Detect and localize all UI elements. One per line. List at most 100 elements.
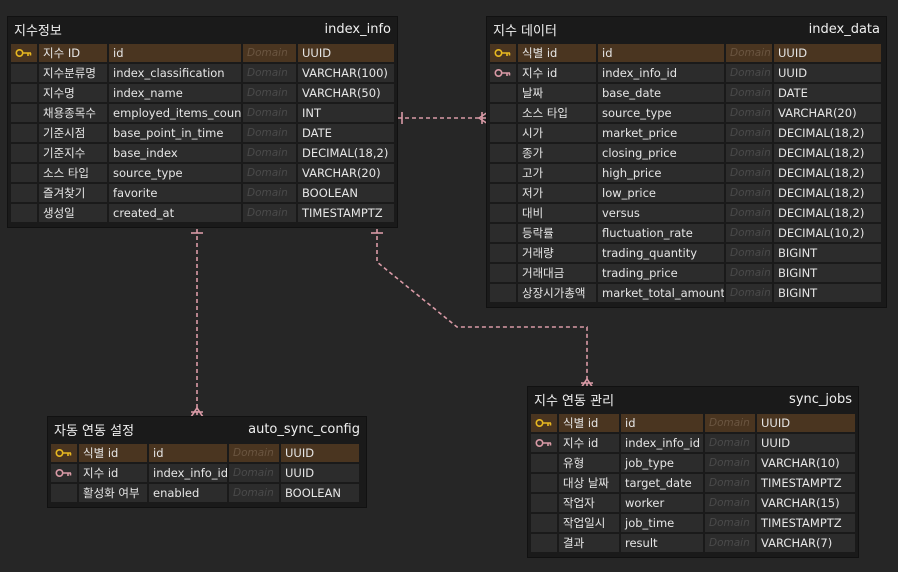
attribute-label: 날짜 xyxy=(517,83,597,103)
attribute-row[interactable]: 지수분류명 index_classification Domain VARCHAR(1… xyxy=(10,63,395,83)
column-name: index_info_id xyxy=(620,433,704,453)
attribute-row[interactable]: 저가 low_price Domain DECIMAL(18,2) xyxy=(489,183,884,203)
column-name: fluctuation_rate xyxy=(597,223,725,243)
data-type: UUID xyxy=(756,413,856,433)
key-cell xyxy=(50,483,78,503)
column-name: employed_items_count xyxy=(108,103,242,123)
data-type: BOOLEAN xyxy=(280,483,360,503)
domain-placeholder: Domain xyxy=(228,483,280,503)
column-name: high_price xyxy=(597,163,725,183)
data-type: TIMESTAMPTZ xyxy=(756,513,856,533)
attribute-row[interactable]: 지수 ID id Domain UUID xyxy=(10,43,395,63)
attribute-row[interactable]: 즐겨찾기 favorite Domain BOOLEAN xyxy=(10,183,395,203)
attribute-row[interactable]: 날짜 base_date Domain DATE xyxy=(489,83,884,103)
attribute-label: 등락률 xyxy=(517,223,597,243)
attribute-row[interactable]: 대상 날짜 target_date Domain TIMESTAMPTZ xyxy=(530,473,856,493)
primary-key-icon xyxy=(494,48,511,58)
key-cell xyxy=(489,63,517,83)
data-type: UUID xyxy=(756,433,856,453)
attribute-label: 식별 id xyxy=(517,43,597,63)
key-cell xyxy=(530,533,558,553)
foreign-key-icon xyxy=(494,68,511,78)
attribute-row[interactable]: 종가 closing_price Domain DECIMAL(18,2) xyxy=(489,143,884,163)
entity-index-info[interactable]: 지수정보 index_info 지수 ID id Domain UUID 지수분류명 inde… xyxy=(7,16,398,228)
attribute-row[interactable]: 소스 타입 source_type Domain VARCHAR(20) xyxy=(489,103,884,123)
attribute-row[interactable]: 고가 high_price Domain DECIMAL(18,2) xyxy=(489,163,884,183)
attribute-row[interactable]: 채용종목수 employed_items_count Domain INT xyxy=(10,103,395,123)
domain-placeholder: Domain xyxy=(725,203,773,223)
data-type: DECIMAL(18,2) xyxy=(773,203,882,223)
data-type: DATE xyxy=(297,123,395,143)
attribute-row[interactable]: 기준지수 base_index Domain DECIMAL(18,2) xyxy=(10,143,395,163)
column-name: result xyxy=(620,533,704,553)
attribute-label: 생성일 xyxy=(38,203,108,223)
column-name: base_index xyxy=(108,143,242,163)
attribute-row[interactable]: 활성화 여부 enabled Domain BOOLEAN xyxy=(50,483,364,503)
domain-placeholder: Domain xyxy=(242,163,297,183)
attribute-row[interactable]: 등락률 fluctuation_rate Domain DECIMAL(10,2) xyxy=(489,223,884,243)
entity-header: 자동 연동 설정 auto_sync_config xyxy=(48,417,366,441)
key-cell xyxy=(10,103,38,123)
attribute-label: 결과 xyxy=(558,533,620,553)
column-name: index_classification xyxy=(108,63,242,83)
entity-sync-jobs[interactable]: 지수 연동 관리 sync_jobs 식별 id id Domain UUID 지수 id i… xyxy=(527,386,859,558)
attribute-row[interactable]: 결과 result Domain VARCHAR(7) xyxy=(530,533,856,553)
attribute-row[interactable]: 대비 versus Domain DECIMAL(18,2) xyxy=(489,203,884,223)
key-cell xyxy=(489,163,517,183)
data-type: DECIMAL(10,2) xyxy=(773,223,882,243)
domain-placeholder: Domain xyxy=(228,463,280,483)
attribute-label: 대상 날짜 xyxy=(558,473,620,493)
attribute-row[interactable]: 거래대금 trading_price Domain BIGINT xyxy=(489,263,884,283)
attribute-row[interactable]: 지수명 index_name Domain VARCHAR(50) xyxy=(10,83,395,103)
attribute-row[interactable]: 지수 id index_info_id Domain UUID xyxy=(530,433,856,453)
column-name: created_at xyxy=(108,203,242,223)
data-type: VARCHAR(7) xyxy=(756,533,856,553)
attribute-row[interactable]: 지수 id index_info_id Domain UUID xyxy=(489,63,884,83)
data-type: VARCHAR(100) xyxy=(297,63,395,83)
key-cell xyxy=(10,203,38,223)
column-name: worker xyxy=(620,493,704,513)
data-type: BIGINT xyxy=(773,263,882,283)
data-type: INT xyxy=(297,103,395,123)
entity-auto-sync-config[interactable]: 자동 연동 설정 auto_sync_config 식별 id id Domain UUI… xyxy=(47,416,367,508)
key-cell xyxy=(10,63,38,83)
data-type: BIGINT xyxy=(773,283,882,303)
data-type: VARCHAR(50) xyxy=(297,83,395,103)
attribute-row[interactable]: 작업자 worker Domain VARCHAR(15) xyxy=(530,493,856,513)
column-name: versus xyxy=(597,203,725,223)
data-type: VARCHAR(15) xyxy=(756,493,856,513)
domain-placeholder: Domain xyxy=(725,43,773,63)
attribute-row[interactable]: 식별 id id Domain UUID xyxy=(50,443,364,463)
attribute-label: 거래대금 xyxy=(517,263,597,283)
domain-placeholder: Domain xyxy=(725,163,773,183)
data-type: UUID xyxy=(280,443,360,463)
column-name: id xyxy=(620,413,704,433)
attribute-row[interactable]: 식별 id id Domain UUID xyxy=(489,43,884,63)
data-type: UUID xyxy=(297,43,395,63)
data-type: DECIMAL(18,2) xyxy=(773,183,882,203)
attribute-row[interactable]: 생성일 created_at Domain TIMESTAMPTZ xyxy=(10,203,395,223)
column-name: trading_quantity xyxy=(597,243,725,263)
domain-placeholder: Domain xyxy=(725,103,773,123)
attribute-row[interactable]: 식별 id id Domain UUID xyxy=(530,413,856,433)
attribute-row[interactable]: 거래량 trading_quantity Domain BIGINT xyxy=(489,243,884,263)
column-name: id xyxy=(597,43,725,63)
key-cell xyxy=(489,243,517,263)
data-type: DECIMAL(18,2) xyxy=(773,143,882,163)
key-cell xyxy=(10,83,38,103)
attribute-row[interactable]: 지수 id index_info_id Domain UUID xyxy=(50,463,364,483)
attribute-row[interactable]: 소스 타입 source_type Domain VARCHAR(20) xyxy=(10,163,395,183)
attribute-label: 소스 타입 xyxy=(38,163,108,183)
attribute-row[interactable]: 작업일시 job_time Domain TIMESTAMPTZ xyxy=(530,513,856,533)
attribute-label: 작업일시 xyxy=(558,513,620,533)
attribute-row[interactable]: 기준시점 base_point_in_time Domain DATE xyxy=(10,123,395,143)
attribute-row[interactable]: 시가 market_price Domain DECIMAL(18,2) xyxy=(489,123,884,143)
attribute-label: 시가 xyxy=(517,123,597,143)
column-name: low_price xyxy=(597,183,725,203)
entity-display-name: 지수 데이터 xyxy=(493,23,557,39)
data-type: UUID xyxy=(773,43,882,63)
attribute-row[interactable]: 상장시가총액 market_total_amount Domain BIGINT xyxy=(489,283,884,303)
attribute-row[interactable]: 유형 job_type Domain VARCHAR(10) xyxy=(530,453,856,473)
entity-index-data[interactable]: 지수 데이터 index_data 식별 id id Domain UUID 지수 id in… xyxy=(486,16,887,308)
domain-placeholder: Domain xyxy=(704,533,756,553)
